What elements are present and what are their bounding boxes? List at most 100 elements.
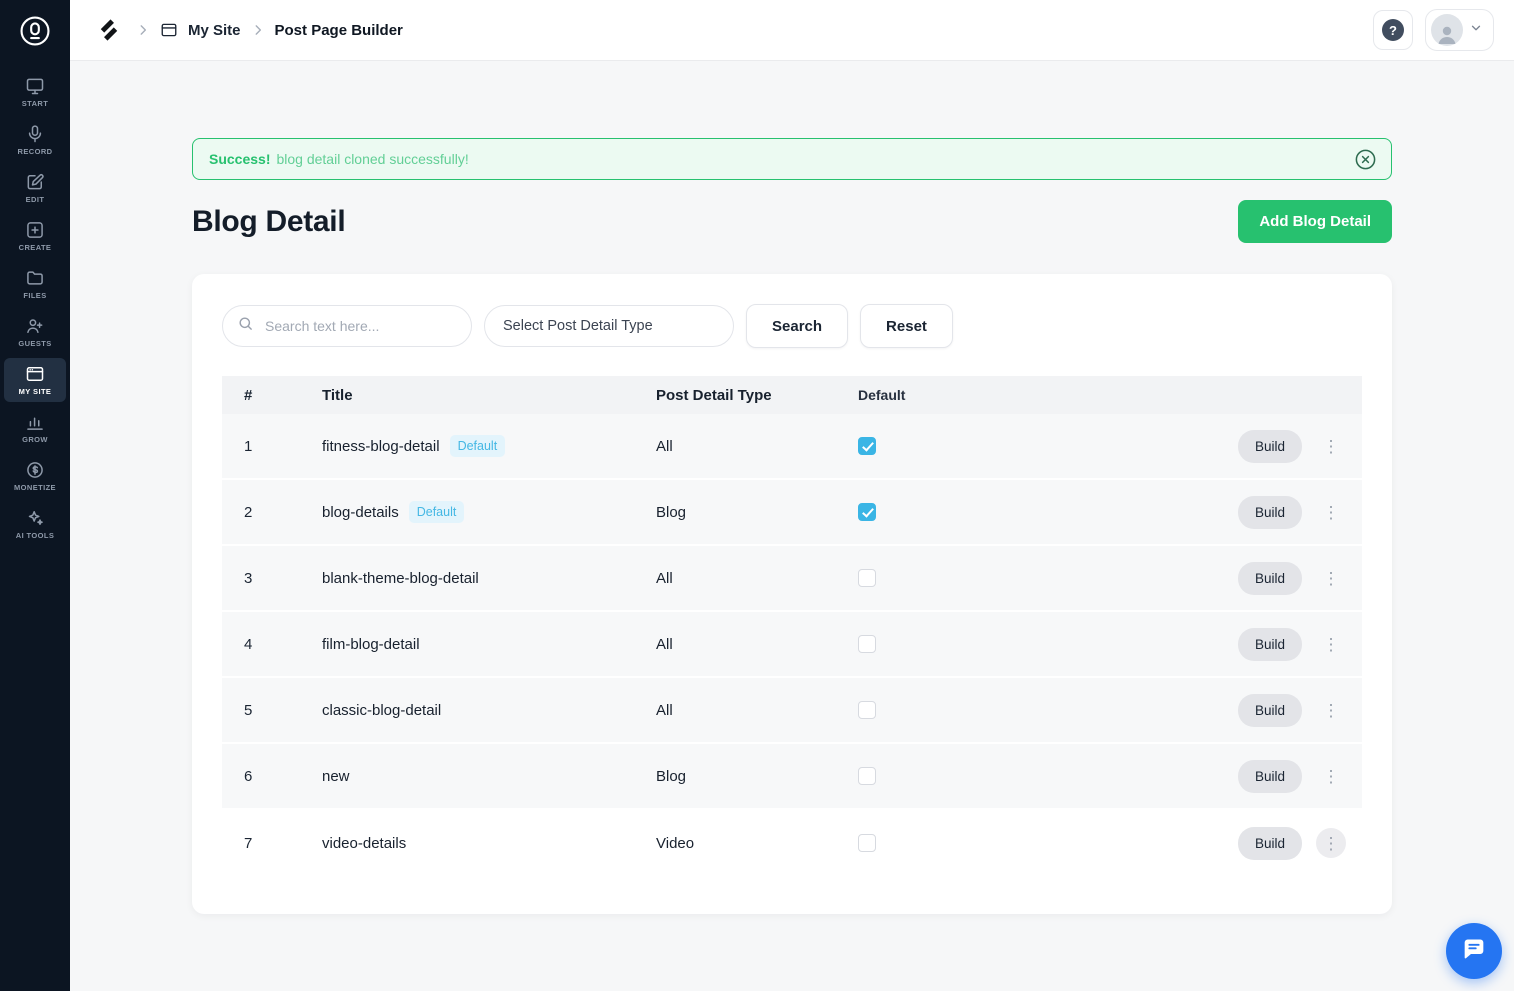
row-title: video-details [322, 835, 656, 852]
reset-button[interactable]: Reset [860, 304, 953, 348]
sidebar-item-grow[interactable]: GROW [4, 406, 66, 450]
podcastle-logo[interactable] [0, 0, 70, 62]
blog-detail-card: Select Post Detail Type Search Reset # T… [192, 274, 1392, 914]
kebab-icon[interactable] [1316, 761, 1346, 791]
default-checkbox[interactable] [858, 635, 876, 653]
sidebar-item-create[interactable]: CREATE [4, 214, 66, 258]
row-post-detail-type: All [656, 635, 673, 653]
chat-fab-button[interactable] [1446, 923, 1502, 979]
row-number: 7 [244, 834, 253, 852]
topbar-right: ? [1373, 9, 1494, 51]
header-title: Title [322, 386, 353, 404]
sidebar: START RECORD EDIT CREATE FILES GUESTS MY… [0, 0, 70, 991]
build-button[interactable]: Build [1237, 627, 1302, 661]
row-post-detail-type: All [656, 437, 673, 455]
sidebar-item-files[interactable]: FILES [4, 262, 66, 306]
row-number: 5 [244, 701, 253, 719]
row-title-text: new [322, 767, 350, 785]
row-title: classic-blog-detail [322, 702, 656, 719]
create-icon [25, 220, 45, 240]
build-button[interactable]: Build [1237, 759, 1302, 793]
kebab-icon[interactable] [1316, 828, 1346, 858]
default-badge: Default [449, 435, 506, 457]
filters-bar: Select Post Detail Type Search Reset [222, 304, 1362, 348]
page-title: Blog Detail [192, 204, 346, 238]
sidebar-item-record[interactable]: RECORD [4, 118, 66, 162]
brand-logo[interactable] [96, 17, 122, 43]
sidebar-item-label: RECORD [17, 147, 53, 156]
kebab-icon[interactable] [1316, 629, 1346, 659]
kebab-icon[interactable] [1316, 431, 1346, 461]
default-checkbox[interactable] [858, 437, 876, 455]
row-number: 1 [244, 437, 253, 455]
table-row: 4 film-blog-detail All Build [222, 612, 1362, 678]
row-number: 4 [244, 635, 253, 653]
row-title-text: fitness-blog-detail [322, 437, 440, 455]
add-blog-detail-button[interactable]: Add Blog Detail [1238, 200, 1392, 243]
table-row: 7 video-details Video Build [222, 810, 1362, 876]
help-button[interactable]: ? [1373, 10, 1413, 50]
row-title: fitness-blog-detail Default [322, 435, 656, 457]
sidebar-item-label: CREATE [18, 243, 52, 252]
kebab-icon[interactable] [1316, 497, 1346, 527]
row-title: new [322, 768, 656, 785]
default-checkbox[interactable] [858, 701, 876, 719]
breadcrumb: My Site Post Page Builder [136, 21, 403, 39]
kebab-icon[interactable] [1316, 563, 1346, 593]
close-icon[interactable] [1354, 148, 1377, 171]
avatar [1431, 14, 1463, 46]
row-post-detail-type: All [656, 569, 673, 587]
post-detail-type-select[interactable]: Select Post Detail Type [484, 305, 734, 347]
build-button[interactable]: Build [1237, 693, 1302, 727]
sidebar-item-ai-tools[interactable]: AI TOOLS [4, 502, 66, 546]
build-button[interactable]: Build [1237, 826, 1302, 860]
build-button[interactable]: Build [1237, 429, 1302, 463]
alert-message: blog detail cloned successfully! [276, 151, 469, 167]
top-header: My Site Post Page Builder ? [70, 0, 1514, 60]
row-default-cell [858, 767, 1238, 785]
row-actions: Build [1237, 561, 1362, 595]
row-title: film-blog-detail [322, 636, 656, 653]
sidebar-item-label: FILES [23, 291, 47, 300]
row-title-text: video-details [322, 834, 407, 852]
default-checkbox[interactable] [858, 834, 876, 852]
sidebar-item-my-site[interactable]: MY SITE [4, 358, 66, 402]
row-title-text: blog-details [322, 503, 399, 521]
table-body: 1 fitness-blog-detail Default All Build … [222, 414, 1362, 876]
kebab-icon[interactable] [1316, 695, 1346, 725]
row-default-cell [858, 503, 1238, 521]
help-icon: ? [1382, 19, 1404, 41]
default-checkbox[interactable] [858, 569, 876, 587]
row-actions: Build [1237, 627, 1362, 661]
row-default-cell [858, 701, 1238, 719]
files-icon [25, 268, 45, 288]
main-content: Success! blog detail cloned successfully… [70, 60, 1514, 991]
alert-title: Success! [209, 151, 271, 167]
sidebar-item-start[interactable]: START [4, 70, 66, 114]
row-number: 2 [244, 503, 253, 521]
sidebar-item-monetize[interactable]: MONETIZE [4, 454, 66, 498]
sidebar-item-guests[interactable]: GUESTS [4, 310, 66, 354]
edit-icon [25, 172, 45, 192]
row-post-detail-type: Blog [656, 503, 687, 521]
build-button[interactable]: Build [1237, 561, 1302, 595]
build-button[interactable]: Build [1237, 495, 1302, 529]
aitools-icon [25, 508, 45, 528]
account-menu-button[interactable] [1425, 9, 1494, 51]
monetize-icon [25, 460, 45, 480]
row-post-detail-type: Blog [656, 767, 687, 785]
breadcrumb-my-site[interactable]: My Site [188, 22, 241, 39]
row-actions: Build [1237, 495, 1362, 529]
table-header-row: # Title Post Detail Type Default [222, 376, 1362, 414]
search-button[interactable]: Search [746, 304, 849, 348]
chevron-right-icon [136, 23, 150, 37]
guests-icon [25, 316, 45, 336]
sidebar-item-label: MONETIZE [14, 483, 56, 492]
start-icon [25, 76, 45, 96]
breadcrumb-current-page: Post Page Builder [274, 21, 403, 39]
default-checkbox[interactable] [858, 503, 876, 521]
sidebar-item-edit[interactable]: EDIT [4, 166, 66, 210]
search-input[interactable] [263, 317, 457, 335]
default-checkbox[interactable] [858, 767, 876, 785]
header-default: Default [858, 387, 906, 403]
